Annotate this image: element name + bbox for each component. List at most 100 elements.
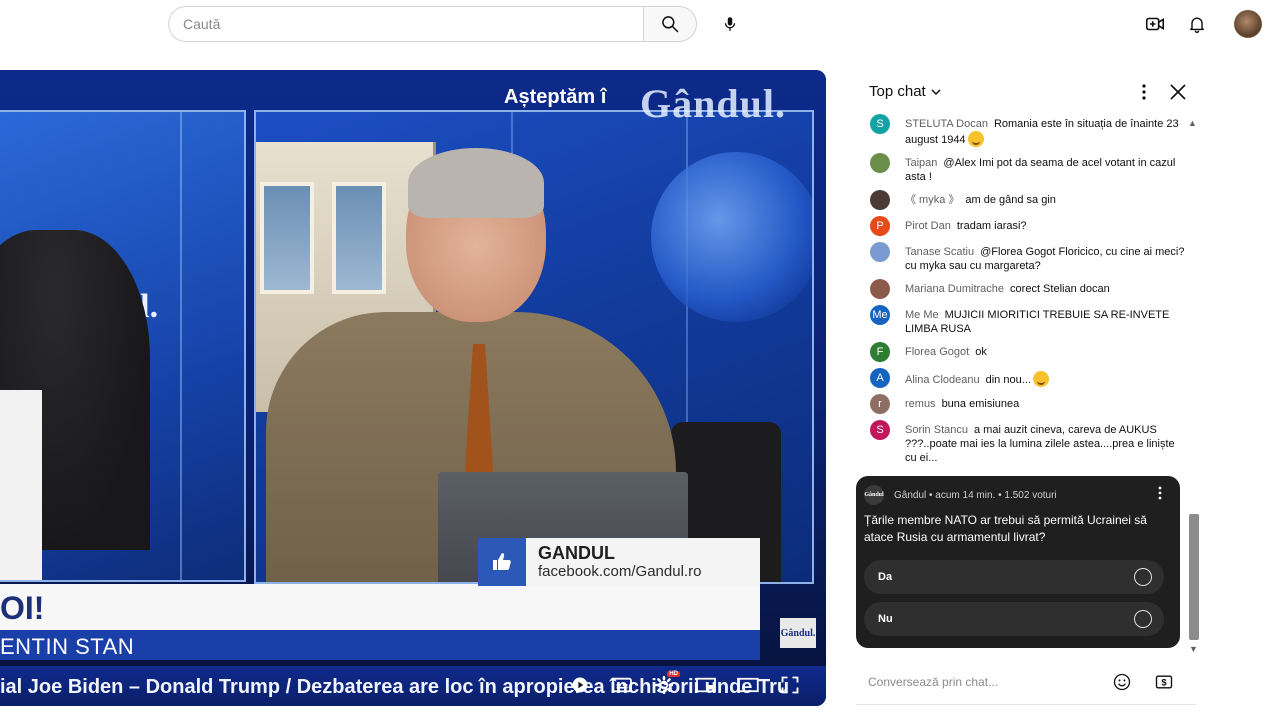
create-button[interactable] [1139,8,1171,40]
notifications-button[interactable] [1181,8,1213,40]
chat-author-avatar[interactable]: r [870,394,890,414]
corner-logo: Gândul. [780,618,816,648]
poll-question: Țările membre NATO ar trebui să permită … [864,513,1147,544]
chat-close-button[interactable] [1166,80,1190,104]
chat-message-body: remus buna emisiunea [905,394,1188,414]
chat-author-avatar[interactable] [870,242,890,262]
video-player[interactable]: Gândul. Așteptăm î Gândul. OI! [0,70,826,706]
emoji-icon [1032,371,1049,387]
poll-option-nu[interactable]: Nu [864,602,1164,636]
chat-message[interactable]: Tanase Scatiu @Florea Gogot Floricico, cu… [856,242,1196,273]
chat-author-name[interactable]: remus [905,398,936,410]
chat-author-avatar[interactable] [870,153,890,173]
chat-message[interactable]: Mariana Dumitrache corect Stelian docan [856,279,1196,299]
radio-circle-icon [1134,610,1152,628]
chat-message[interactable]: Taipan @Alex Imi pot da seama de acel vot… [856,153,1196,184]
radio-circle-icon [1134,568,1152,586]
chat-author-avatar[interactable]: A [870,368,890,388]
chat-input[interactable] [868,668,1098,696]
chat-message-body: 《 myka 》 am de gând sa gin [905,190,1188,210]
poll-card: Gândul Gândul • acum 14 min. • 1.502 vot… [856,476,1180,648]
search-input[interactable] [183,16,629,32]
chat-author-avatar[interactable] [870,279,890,299]
settings-button[interactable]: HD [650,671,680,699]
chat-message-body: Mariana Dumitrache corect Stelian docan [905,279,1188,299]
chat-author-name[interactable]: Alina Clodeanu [905,374,980,386]
search-icon [662,16,679,33]
chat-message[interactable]: Me Me Me MUJICII MIORITICI TREBUIE SA RE-I… [856,305,1196,336]
poll-option-label: Nu [878,613,893,625]
chat-message-text: corect Stelian docan [1010,283,1110,295]
chat-message[interactable]: S STELUTA Docan Romania este în situația d… [856,114,1196,147]
chat-input-area: $ [856,664,1196,700]
chat-author-name[interactable]: Me Me [905,309,939,321]
chat-message[interactable]: P Pirot Dan tradam iarasi? [856,216,1196,236]
fullscreen-button[interactable] [776,671,804,699]
more-vertical-icon [1158,486,1162,500]
chat-author-name[interactable]: Taipan [905,157,937,169]
chat-author-name[interactable]: Mariana Dumitrache [905,283,1004,295]
player-controls: HD [566,670,804,700]
live-chat-panel: Top chat S STELUTA Docan Romania este în s… [856,70,1210,706]
search-box[interactable] [168,6,643,42]
chat-message[interactable]: 《 myka 》 am de gând sa gin [856,190,1196,210]
chat-author-avatar[interactable]: S [870,114,890,134]
scroll-up-arrow-icon[interactable]: ▲ [1188,118,1197,128]
chat-scrollbar[interactable] [1189,514,1199,640]
chat-author-avatar[interactable]: P [870,216,890,236]
chat-author-name[interactable]: Florea Gogot [905,346,969,358]
lower-third-bar [0,584,760,630]
top-chat-label: Top chat [869,83,926,100]
subtitles-button[interactable] [608,671,636,699]
chat-bottom-divider [856,704,1196,705]
chat-message[interactable]: S Sorin Stancu a mai auzit cineva, careva … [856,420,1196,465]
chat-author-avatar[interactable]: Me [870,305,890,325]
play-button[interactable] [566,671,594,699]
facebook-card-title: GANDUL [538,542,615,563]
chat-author-avatar[interactable]: S [870,420,890,440]
play-icon [572,677,588,693]
chat-message-body: Sorin Stancu a mai auzit cineva, careva d… [905,420,1188,465]
chat-author-name[interactable]: Pirot Dan [905,220,951,232]
theater-mode-button[interactable] [734,671,762,699]
create-video-icon [1145,17,1165,31]
poll-option-label: Da [878,571,893,583]
youtube-live-page: Gândul. Așteptăm î Gândul. OI! [0,0,1280,720]
top-chat-dropdown[interactable]: Top chat [869,83,942,100]
name-strip-text: ENTIN STAN [0,634,135,659]
lower-third-title: OI! [0,590,45,626]
chat-more-button[interactable] [1132,80,1156,104]
voice-search-button[interactable] [712,6,748,42]
chat-message[interactable]: r remus buna emisiunea [856,394,1196,414]
theater-icon [737,677,759,693]
emoji-button[interactable] [1110,670,1134,694]
emoji-icon [967,131,984,147]
dollar-icon: $ [1155,675,1173,689]
user-avatar[interactable] [1234,10,1262,38]
host-hair [408,148,544,218]
chat-message-body: Alina Clodeanu din nou... [905,368,1188,388]
poll-option-da[interactable]: Da [864,560,1164,594]
chat-message[interactable]: F Florea Gogot ok [856,342,1196,362]
close-icon [1170,84,1186,100]
poll-more-button[interactable] [1152,484,1168,502]
chat-author-name[interactable]: Tanase Scatiu [905,246,974,258]
chat-author-name[interactable]: Sorin Stancu [905,424,968,436]
chat-author-avatar[interactable] [870,190,890,210]
chevron-down-icon [931,88,941,95]
chat-message-body: Me Me MUJICII MIORITICI TREBUIE SA RE-INV… [905,305,1188,336]
chat-author-avatar[interactable]: F [870,342,890,362]
super-chat-button[interactable]: $ [1152,670,1176,694]
smiley-icon [1113,673,1131,691]
poll-header: Gândul Gândul • acum 14 min. • 1.502 vot… [864,485,1057,505]
chat-author-name[interactable]: 《 myka 》 [905,194,959,206]
chat-author-name[interactable]: STELUTA Docan [905,118,988,130]
overlay-top-text: Așteptăm î [504,86,607,108]
chat-message[interactable]: A Alina Clodeanu din nou... [856,368,1196,388]
chat-messages-list[interactable]: S STELUTA Docan Romania este în situația d… [856,114,1196,476]
search-button[interactable] [643,6,697,42]
scroll-down-arrow-icon[interactable]: ▼ [1189,644,1198,654]
miniplayer-button[interactable] [692,671,720,699]
chat-header: Top chat [856,70,1210,114]
chat-message-body: Tanase Scatiu @Florea Gogot Floricico, cu… [905,242,1188,273]
